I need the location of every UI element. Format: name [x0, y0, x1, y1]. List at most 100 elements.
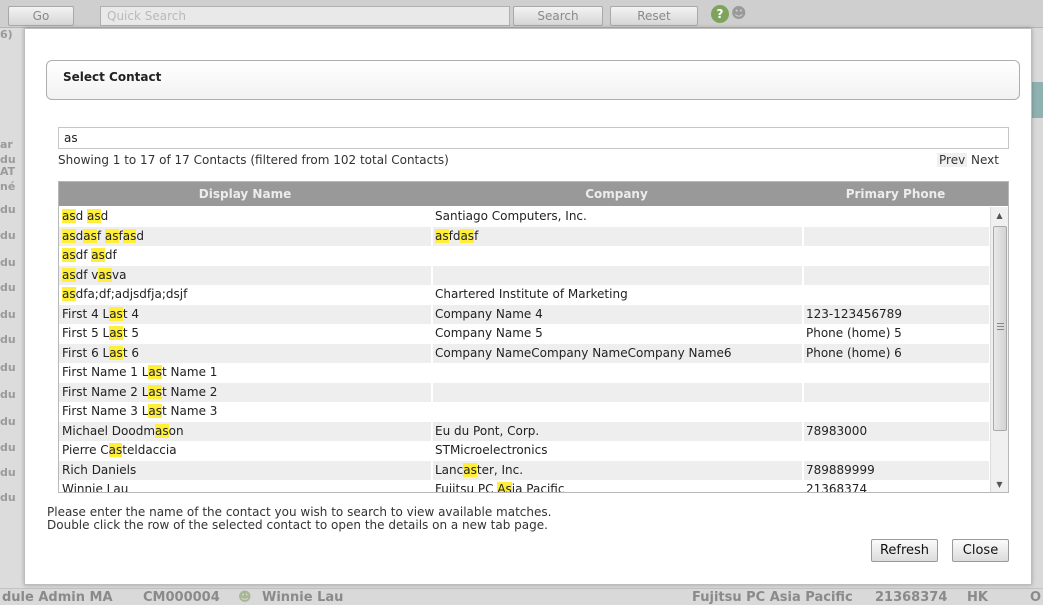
phone-number: 21368374 [875, 590, 948, 605]
table-row[interactable]: Rich Daniels Lancaster, Inc. 789889999 [59, 460, 989, 480]
table-row[interactable]: Pierre Casteldaccia STMicroelectronics [59, 441, 989, 461]
help-line: Double click the row of the selected con… [47, 518, 548, 532]
refresh-button[interactable]: Refresh [871, 539, 938, 562]
cell-display-name: First 4 Last 4 [62, 306, 139, 321]
contact-name: Winnie Lau [262, 590, 344, 605]
dialog-title: Select Contact [63, 70, 162, 84]
cell-display-name: First Name 1 Last Name 1 [62, 365, 218, 379]
cell-company: Chartered Institute of Marketing [435, 287, 628, 301]
cell-display-name: Michael Doodmason [62, 423, 184, 438]
cell-company: Santiago Computers, Inc. [435, 209, 587, 223]
column-header-primary-phone[interactable]: Primary Phone [802, 187, 989, 201]
reset-button[interactable]: Reset [610, 6, 698, 26]
help-text: Please enter the name of the contact you… [47, 506, 551, 532]
table-row[interactable]: First Name 2 Last Name 2 [59, 382, 989, 402]
dialog-header: Select Contact [46, 60, 1020, 100]
left-nav-item[interactable]: du [0, 333, 24, 346]
close-button[interactable]: Close [952, 539, 1009, 562]
left-nav-item[interactable]: du [0, 361, 24, 374]
cell-display-name: asdf vasva [62, 267, 127, 282]
table-row[interactable]: asdf vasva [59, 265, 989, 285]
cell-company: Company NameCompany NameCompany Name6 [435, 345, 732, 360]
cell-primary-phone: 789889999 [806, 462, 875, 477]
cell-display-name: Rich Daniels [62, 462, 137, 477]
next-link[interactable]: Next [971, 153, 999, 167]
select-contact-dialog: Select Contact Showing 1 to 17 of 17 Con… [24, 28, 1032, 585]
table-row[interactable]: Michael Doodmason Eu du Pont, Corp. 789830… [59, 421, 989, 441]
left-nav-item[interactable]: du [0, 308, 24, 321]
left-nav-item[interactable]: du [0, 229, 24, 242]
cell-display-name: First Name 2 Last Name 2 [62, 384, 218, 399]
cell-display-name: asdfa;df;adjsdfja;dsjf [62, 287, 188, 301]
extra-label: O [1030, 590, 1042, 605]
table-row[interactable]: First 5 Last 5 Company Name 5 Phone (home)… [59, 324, 989, 344]
column-header-display-name[interactable]: Display Name [59, 187, 431, 201]
table-body: asd asd Santiago Computers, Inc. asdasf as… [59, 207, 989, 493]
prev-link[interactable]: Prev [937, 153, 968, 167]
table-row[interactable]: First Name 1 Last Name 1 [59, 363, 989, 383]
contacts-table: Display Name Company Primary Phone asd a… [58, 181, 1009, 493]
left-nav-item[interactable]: du [0, 203, 24, 216]
table-row[interactable]: asdasf asfasd asfdasf [59, 226, 989, 246]
table-row[interactable]: First 6 Last 6 Company NameCompany NameCo… [59, 343, 989, 363]
cell-display-name: First 5 Last 5 [62, 326, 139, 340]
table-row[interactable]: Winnie Lau Fujitsu PC Asia Pacific 2136837… [59, 480, 989, 493]
cell-display-name: Winnie Lau [62, 482, 129, 493]
cell-primary-phone: Phone (home) 6 [806, 345, 902, 360]
module-label: dule Admin MA [2, 590, 113, 605]
left-nav-item[interactable]: ar [0, 138, 24, 151]
cell-primary-phone: Phone (home) 5 [806, 326, 902, 340]
cell-display-name: asdf asdf [62, 248, 117, 262]
table-row[interactable]: First Name 3 Last Name 3 [59, 402, 989, 422]
cell-company: Company Name 4 [435, 306, 543, 321]
go-button[interactable]: Go [8, 6, 74, 26]
cell-display-name: First 6 Last 6 [62, 345, 139, 360]
pager: Prev Next [937, 153, 999, 167]
cell-primary-phone: 123-123456789 [806, 306, 902, 321]
cell-company: Fujitsu PC Asia Pacific [435, 482, 800, 492]
cell-company: asfdasf [435, 228, 479, 243]
contact-icon: ☻ [238, 590, 252, 605]
left-nav-item[interactable]: du [0, 281, 24, 294]
table-row[interactable]: asdfa;df;adjsdfja;dsjf Chartered Institut… [59, 285, 989, 305]
table-row[interactable]: asdf asdf [59, 246, 989, 266]
left-nav-item[interactable]: né [0, 180, 24, 193]
table-header: Display Name Company Primary Phone [59, 182, 1008, 206]
app-toolbar: Go Quick Search Search Reset ? ☻ [0, 0, 1043, 28]
column-header-company[interactable]: Company [431, 187, 802, 201]
country-code: HK [967, 590, 988, 605]
cell-primary-phone: 78983000 [806, 423, 868, 438]
table-row[interactable]: asd asd Santiago Computers, Inc. [59, 207, 989, 227]
help-icon[interactable]: ? [711, 5, 729, 23]
cell-display-name: Pierre Casteldaccia [62, 443, 177, 457]
results-count: Showing 1 to 17 of 17 Contacts (filtered… [58, 153, 449, 167]
scroll-up-icon[interactable]: ▲ [991, 207, 1008, 224]
users-icon[interactable]: ☻ [731, 4, 747, 22]
scroll-down-icon[interactable]: ▼ [991, 476, 1008, 492]
cell-company: Eu du Pont, Corp. [435, 423, 540, 438]
left-nav-item[interactable]: AT [0, 165, 24, 178]
cell-company: Company Name 5 [435, 326, 543, 340]
table-row[interactable]: First 4 Last 4 Company Name 4 123-12345678… [59, 304, 989, 324]
cell-display-name: asdasf asfasd [62, 228, 144, 243]
cell-display-name: asd asd [62, 209, 109, 223]
cell-primary-phone: 21368374 [806, 482, 868, 493]
app-record-bar: dule Admin MA CM000004 ☻ Winnie Lau Fuji… [0, 588, 1043, 605]
left-nav-item[interactable]: 6) [0, 28, 24, 41]
contact-search-input[interactable] [58, 127, 1009, 149]
app-left-column: 6) ar du AT né du du du du du du du du du du du du [0, 28, 24, 588]
quick-search-input[interactable]: Quick Search [100, 6, 510, 26]
left-nav-item[interactable]: du [0, 491, 24, 504]
contact-code: CM000004 [143, 590, 220, 605]
left-nav-item[interactable]: du [0, 388, 24, 401]
left-nav-item[interactable]: du [0, 256, 24, 269]
cell-display-name: First Name 3 Last Name 3 [62, 404, 218, 418]
table-scrollbar[interactable]: ▲ ▼ [990, 207, 1008, 492]
left-nav-item[interactable]: du [0, 466, 24, 479]
company-name: Fujitsu PC Asia Pacific [692, 590, 853, 605]
scroll-thumb[interactable] [993, 226, 1007, 431]
search-button[interactable]: Search [513, 6, 603, 26]
cell-company: STMicroelectronics [435, 443, 548, 457]
left-nav-item[interactable]: du [0, 415, 24, 428]
left-nav-item[interactable]: du [0, 441, 24, 454]
